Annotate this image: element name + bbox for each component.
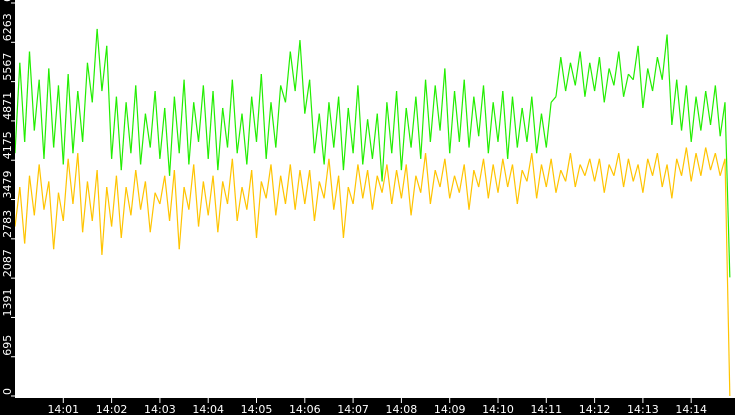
x-tick-label: 14:06	[289, 403, 321, 415]
x-tick-label: 14:11	[530, 403, 562, 415]
x-tick-label: 14:09	[434, 403, 466, 415]
y-tick-label: 5567	[1, 53, 14, 81]
y-tick-label: 0	[1, 388, 14, 395]
y-tick-label: 4175	[1, 131, 14, 159]
y-tick-label: 4871	[1, 92, 14, 120]
x-tick-label: 14:01	[47, 403, 79, 415]
x-tick-label: 14:02	[96, 403, 128, 415]
y-tick-label: 695	[1, 335, 14, 356]
y-tick-label: 1391	[1, 288, 14, 316]
x-tick-label: 14:10	[482, 403, 514, 415]
x-tick-label: 14:07	[337, 403, 369, 415]
y-axis: 0 695 1391 2087 2783 3479 4175 4871 5567 6263 6959	[1, 0, 15, 397]
x-tick-label: 14:08	[386, 403, 418, 415]
y-tick-label: 3479	[1, 171, 14, 199]
chart: 0 695 1391 2087 2783 3479 4175 4871 5567 6263 6959…	[0, 0, 735, 415]
x-tick-label: 14:04	[192, 403, 224, 415]
y-tick-label: 6959	[1, 0, 14, 2]
x-tick-label: 14:12	[579, 403, 611, 415]
x-tick-label: 14:03	[144, 403, 176, 415]
x-tick-label: 14:14	[675, 403, 707, 415]
y-tick-label: 6263	[1, 13, 14, 41]
y-tick-label: 2783	[1, 210, 14, 238]
y-tick-label: 2087	[1, 249, 14, 277]
x-tick-label: 14:05	[241, 403, 273, 415]
plot-area	[15, 0, 735, 398]
x-tick-label: 14:13	[627, 403, 659, 415]
